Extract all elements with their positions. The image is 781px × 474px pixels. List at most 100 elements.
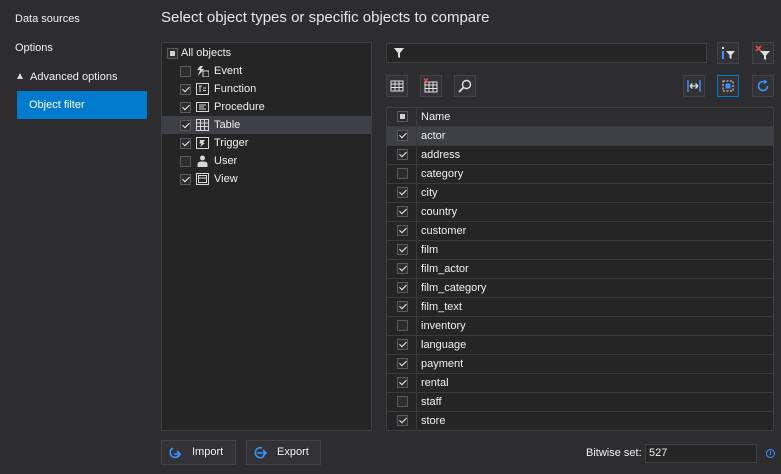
sidebar-item-advanced-options[interactable]: Advanced options <box>17 68 117 86</box>
info-icon[interactable]: i <box>766 449 775 458</box>
object-name: city <box>421 187 438 199</box>
bitwise-label: Bitwise set: <box>586 447 642 459</box>
tree-row-table[interactable]: Table <box>162 116 371 134</box>
type-checkbox[interactable] <box>180 102 191 113</box>
tree-item-label: Procedure <box>214 101 265 113</box>
sidebar-item-label: Object filter <box>29 99 85 111</box>
clear-filter-button[interactable] <box>752 42 774 64</box>
object-name: category <box>421 168 464 180</box>
user-icon <box>196 155 209 167</box>
tree-row-event[interactable]: Event <box>162 62 371 80</box>
export-icon <box>254 446 268 459</box>
list-header: Name <box>387 108 773 127</box>
table-row[interactable]: film <box>387 241 773 260</box>
object-name: rental <box>421 377 449 389</box>
select-all-button[interactable] <box>386 75 408 97</box>
row-checkbox[interactable] <box>397 168 408 179</box>
row-checkbox[interactable] <box>397 339 408 350</box>
view-icon <box>196 173 209 185</box>
deselect-all-button[interactable] <box>420 75 442 97</box>
tree-row-trigger[interactable]: Trigger <box>162 134 371 152</box>
export-button[interactable]: Export <box>246 440 321 465</box>
bitwise-input[interactable]: 527 <box>645 444 757 463</box>
object-name: store <box>421 415 446 427</box>
event-icon <box>196 65 210 78</box>
sidebar-item-label: Options <box>15 42 53 54</box>
trigger-icon <box>196 137 209 149</box>
row-checkbox[interactable] <box>397 301 408 312</box>
object-name: payment <box>421 358 464 370</box>
type-checkbox[interactable] <box>180 84 191 95</box>
row-checkbox[interactable] <box>397 149 408 160</box>
type-checkbox[interactable] <box>180 138 191 149</box>
object-name: staff <box>421 396 442 408</box>
sidebar-item-label: Data sources <box>15 13 80 25</box>
row-checkbox[interactable] <box>397 206 408 217</box>
tree-item-label: Function <box>214 83 257 95</box>
table-row[interactable]: inventory <box>387 317 773 336</box>
all-objects-checkbox[interactable] <box>167 48 178 59</box>
sidebar-item-options[interactable]: Options <box>15 39 53 57</box>
refresh-icon <box>757 79 769 92</box>
expand-columns-button[interactable] <box>683 75 705 97</box>
fit-width-icon <box>687 80 701 92</box>
select-all-checkbox[interactable] <box>397 111 408 122</box>
row-checkbox[interactable] <box>397 282 408 293</box>
type-checkbox[interactable] <box>180 66 191 77</box>
row-checkbox[interactable] <box>397 130 408 141</box>
selection-icon <box>722 80 734 92</box>
grid-clear-icon <box>423 78 438 93</box>
row-checkbox[interactable] <box>397 320 408 331</box>
table-row[interactable]: actor <box>387 127 773 146</box>
table-row[interactable]: city <box>387 184 773 203</box>
sidebar-item-data-sources[interactable]: Data sources <box>15 10 80 28</box>
table-row[interactable]: staff <box>387 393 773 412</box>
import-icon <box>169 447 182 459</box>
row-checkbox[interactable] <box>397 396 408 407</box>
tree-row-all-objects[interactable]: All objects <box>162 44 371 62</box>
object-name: language <box>421 339 467 351</box>
table-row[interactable]: film_category <box>387 279 773 298</box>
row-checkbox[interactable] <box>397 263 408 274</box>
table-row[interactable]: payment <box>387 355 773 374</box>
object-name: actor <box>421 130 446 142</box>
import-button[interactable]: Import <box>161 440 236 465</box>
tree-row-procedure[interactable]: Procedure <box>162 98 371 116</box>
row-checkbox[interactable] <box>397 225 408 236</box>
tree-item-label: Event <box>214 65 243 77</box>
tree-item-label: View <box>214 173 238 185</box>
select-region-button[interactable] <box>717 75 739 97</box>
tree-row-view[interactable]: View <box>162 170 371 188</box>
filter-types-button[interactable] <box>717 42 739 64</box>
table-row[interactable]: customer <box>387 222 773 241</box>
row-checkbox[interactable] <box>397 358 408 369</box>
row-checkbox[interactable] <box>397 187 408 198</box>
type-checkbox[interactable] <box>180 174 191 185</box>
tree-row-user[interactable]: User <box>162 152 371 170</box>
table-row[interactable]: language <box>387 336 773 355</box>
row-checkbox[interactable] <box>397 244 408 255</box>
table-row[interactable]: country <box>387 203 773 222</box>
table-row[interactable]: category <box>387 165 773 184</box>
table-row[interactable]: film_actor <box>387 260 773 279</box>
table-row[interactable]: address <box>387 146 773 165</box>
refresh-button[interactable] <box>752 75 774 97</box>
object-name: customer <box>421 225 467 237</box>
expand-triangle-icon[interactable] <box>17 73 23 79</box>
table-row[interactable]: store <box>387 412 773 430</box>
sidebar-item-object-filter[interactable]: Object filter <box>17 91 147 119</box>
type-checkbox[interactable] <box>180 156 191 167</box>
sidebar-item-label: Advanced options <box>30 71 118 83</box>
table-row[interactable]: film_text <box>387 298 773 317</box>
type-checkbox[interactable] <box>180 120 191 131</box>
column-header-name[interactable]: Name <box>421 108 450 126</box>
row-checkbox[interactable] <box>397 377 408 388</box>
search-button[interactable] <box>454 75 476 97</box>
table-icon <box>196 119 209 131</box>
filter-input[interactable] <box>386 43 707 63</box>
row-checkbox[interactable] <box>397 415 408 426</box>
search-icon <box>458 79 472 93</box>
tree-row-function[interactable]: Function <box>162 80 371 98</box>
grid-icon <box>390 80 404 92</box>
table-row[interactable]: rental <box>387 374 773 393</box>
